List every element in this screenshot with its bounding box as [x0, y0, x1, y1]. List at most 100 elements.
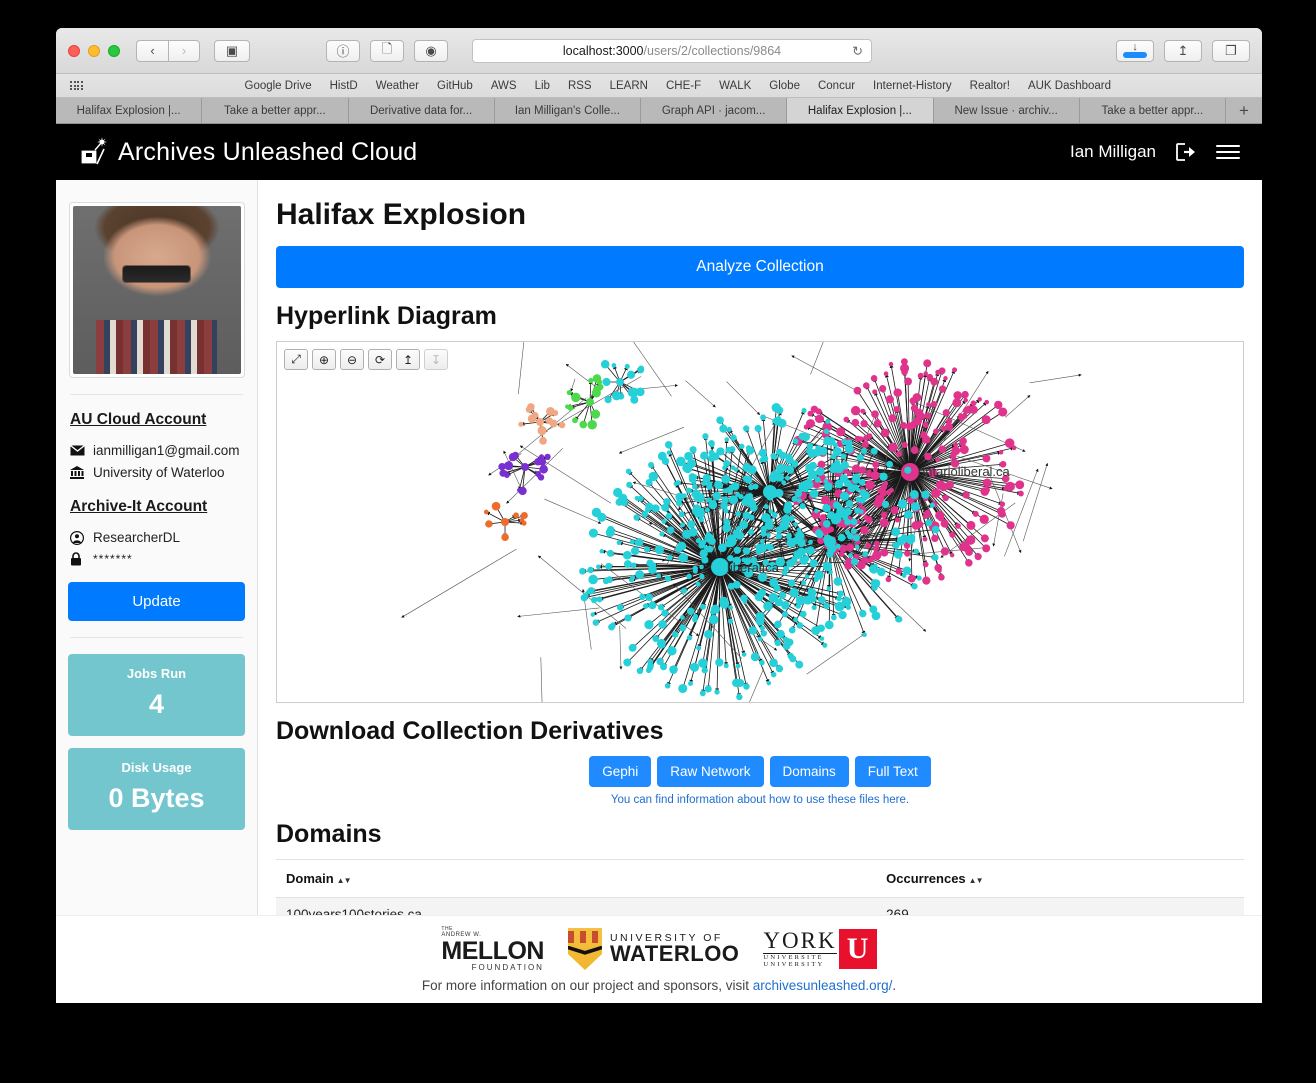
update-button[interactable]: Update [68, 582, 245, 621]
zoom-in-icon[interactable]: ⊕ [312, 349, 336, 370]
bookmarks-bar: Google Drive HistD Weather GitHub AWS Li… [56, 74, 1262, 98]
bookmark-item[interactable]: Google Drive [245, 80, 312, 92]
browser-tab[interactable]: Halifax Explosion |... [56, 98, 203, 123]
tab-strip: Halifax Explosion |... Take a better app… [56, 98, 1262, 124]
bookmark-item[interactable]: WALK [719, 80, 751, 92]
url-host: localhost:3000 [562, 43, 644, 58]
bookmark-item[interactable]: Concur [818, 80, 855, 92]
address-bar[interactable]: localhost:3000/users/2/collections/9864 … [472, 38, 872, 63]
university-of-waterloo-logo: UNIVERSITY OF WATERLOO [567, 928, 739, 970]
avatar-photo [72, 206, 241, 374]
hyperlink-diagram[interactable]: ⤢ ⊕ ⊖ ⟳ ↥ ↧ ontarioliberal.ca liberal.ca [276, 341, 1244, 703]
sort-arrows-icon[interactable]: ▲▼ [337, 876, 352, 885]
download-full-text-button[interactable]: Full Text [854, 756, 931, 787]
zoom-out-icon[interactable]: ⊖ [340, 349, 364, 370]
bookmark-item[interactable]: GitHub [437, 80, 473, 92]
browser-tab[interactable]: Derivative data for... [348, 98, 495, 123]
stat-card-jobs-run: Jobs Run 4 [68, 654, 245, 736]
au-cloud-account-heading: AU Cloud Account [70, 411, 207, 428]
table-header-row: Domain ▲▼ Occurrences ▲▼ [276, 859, 1244, 898]
footer-link[interactable]: archivesunleashed.org/ [753, 978, 893, 993]
column-label: Occurrences [886, 871, 966, 886]
archive-box-icon [78, 137, 108, 167]
download-domains-button[interactable]: Domains [769, 756, 849, 787]
waterloo-shield-icon [567, 928, 602, 970]
show-tabs-icon[interactable]: ❐ [1212, 39, 1250, 62]
derivatives-help-link[interactable]: You can find information about how to us… [611, 794, 909, 806]
stat-card-disk-usage: Disk Usage 0 Bytes [68, 748, 245, 830]
account-sidebar: AU Cloud Account ianmilligan1@gmail.com … [56, 180, 258, 1003]
forward-button[interactable]: › [168, 39, 200, 62]
app-header: Archives Unleashed Cloud Ian Milligan [56, 124, 1262, 180]
upload-icon[interactable]: ↥ [396, 349, 420, 370]
graph-toolbar: ⤢ ⊕ ⊖ ⟳ ↥ ↧ [284, 349, 448, 370]
page-footer: THE ANDREW W. MELLON FOUNDATION UNIVERSI… [56, 915, 1262, 1003]
browser-tab[interactable]: Graph API · jacom... [641, 98, 788, 123]
share-icon[interactable]: ↥ [1164, 39, 1202, 62]
browser-tab-active[interactable]: Halifax Explosion |... [787, 98, 934, 123]
page-body: AU Cloud Account ianmilligan1@gmail.com … [56, 180, 1262, 1003]
reload-icon[interactable]: ↻ [852, 44, 863, 57]
sort-arrows-icon[interactable]: ▲▼ [969, 876, 984, 885]
bookmark-item[interactable]: RSS [568, 80, 592, 92]
browser-tab[interactable]: New Issue · archiv... [933, 98, 1080, 123]
divider [70, 637, 243, 638]
footer-note-prefix: For more information on our project and … [421, 978, 753, 993]
apps-grid-icon[interactable] [70, 81, 83, 90]
reader-view-icon[interactable]: 🗋 [370, 39, 404, 62]
close-window-button[interactable] [68, 44, 80, 57]
main-content: Halifax Explosion Analyze Collection Hyp… [258, 180, 1262, 1003]
derivatives-help-text: You can find information about how to us… [276, 794, 1244, 806]
bookmark-item[interactable]: AUK Dashboard [1028, 80, 1111, 92]
browser-toolbar: ‹ › ▣ ⓘ 🗋 ◉ localhost:3000/users/2/colle… [56, 28, 1262, 74]
bookmark-item[interactable]: LEARN [610, 80, 648, 92]
maximize-window-button[interactable] [108, 44, 120, 57]
user-circle-icon [70, 530, 86, 545]
brand[interactable]: Archives Unleashed Cloud [78, 137, 417, 167]
back-button[interactable]: ‹ [136, 39, 168, 62]
bookmark-item[interactable]: Realtor! [970, 80, 1010, 92]
column-header-occurrences[interactable]: Occurrences ▲▼ [876, 859, 1244, 898]
hamburger-menu-icon[interactable] [1216, 145, 1240, 159]
archiveit-username: ResearcherDL [93, 530, 181, 545]
column-header-domain[interactable]: Domain ▲▼ [276, 859, 877, 898]
browser-tab[interactable]: Take a better appr... [202, 98, 349, 123]
analyze-collection-button[interactable]: Analyze Collection [276, 246, 1244, 288]
bookmark-list: Google Drive HistD Weather GitHub AWS Li… [245, 80, 1112, 92]
bookmark-item[interactable]: HistD [330, 80, 358, 92]
bookmark-item[interactable]: AWS [491, 80, 517, 92]
info-icon[interactable]: ⓘ [326, 39, 360, 62]
york-line-1: YORK [763, 928, 837, 954]
reset-icon[interactable]: ⟳ [368, 349, 392, 370]
domains-heading: Domains [276, 820, 382, 848]
bookmark-item[interactable]: CHE-F [666, 80, 701, 92]
download-raw-network-button[interactable]: Raw Network [657, 756, 764, 787]
fullscreen-icon[interactable]: ⤢ [284, 349, 308, 370]
minimize-window-button[interactable] [88, 44, 100, 57]
nav-buttons: ‹ › [136, 39, 200, 62]
download-gephi-button[interactable]: Gephi [589, 756, 652, 787]
url-path: /users/2/collections/9864 [643, 43, 782, 58]
sidebar-toggle-icon[interactable]: ▣ [214, 39, 250, 62]
york-university-logo: YORK UNIVERSITÉ UNIVERSITY U [763, 928, 877, 969]
logout-icon[interactable] [1176, 143, 1196, 161]
user-name: Ian Milligan [1070, 142, 1156, 161]
graph-node-label: ontarioliberal.ca [918, 464, 1011, 479]
mellon-foundation-logo: THE ANDREW W. MELLON FOUNDATION [441, 926, 544, 972]
york-line-3: UNIVERSITY [763, 961, 825, 969]
download-icon[interactable]: ↧ [424, 349, 448, 370]
window-controls [68, 44, 120, 57]
url-text: localhost:3000/users/2/collections/9864 [563, 44, 781, 58]
bookmark-item[interactable]: Internet-History [873, 80, 952, 92]
bookmark-item[interactable]: Globe [769, 80, 800, 92]
archiveit-password-row: ******* [68, 552, 245, 566]
browser-tab[interactable]: Take a better appr... [1079, 98, 1226, 123]
toolbar-center-icons: ⓘ 🗋 ◉ [326, 39, 448, 62]
bookmark-item[interactable]: Weather [376, 80, 419, 92]
privacy-report-icon[interactable]: ◉ [414, 39, 448, 62]
bookmark-item[interactable]: Lib [535, 80, 550, 92]
downloads-button[interactable]: ↓ [1116, 39, 1154, 62]
browser-tab[interactable]: Ian Milligan's Colle... [494, 98, 641, 123]
new-tab-button[interactable]: + [1226, 98, 1262, 123]
stat-value: 4 [148, 689, 165, 719]
